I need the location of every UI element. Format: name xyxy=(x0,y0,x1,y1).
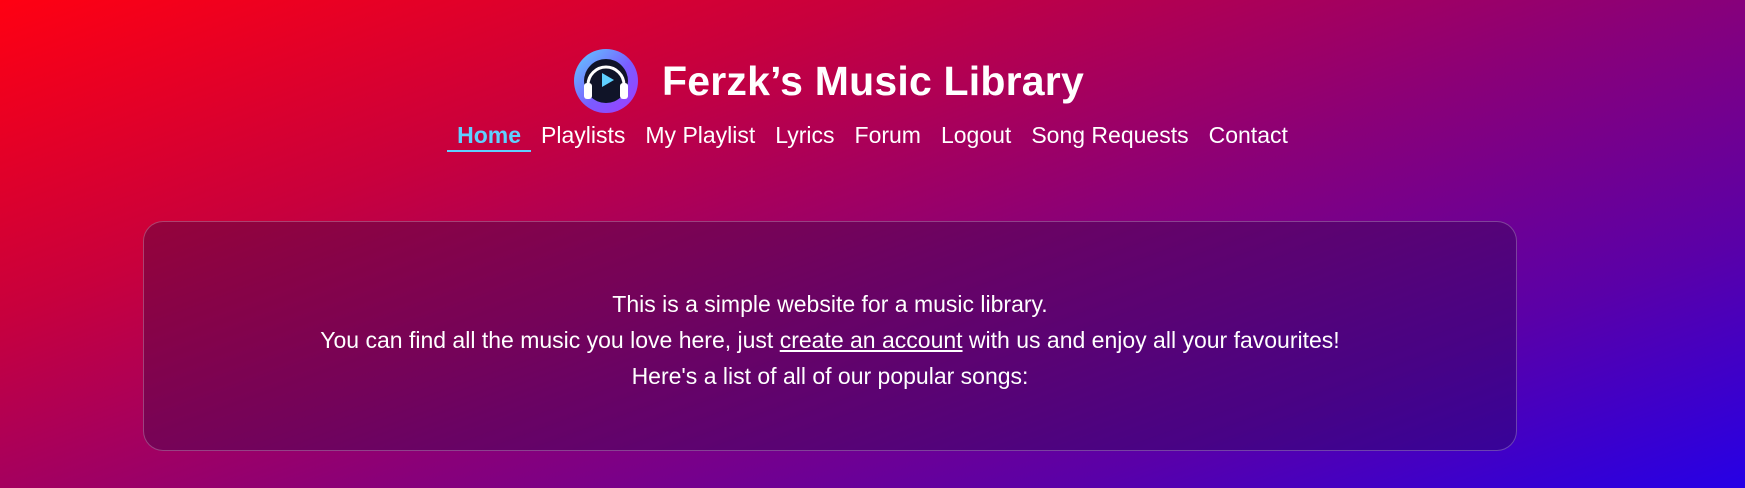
nav-item-lyrics[interactable]: Lyrics xyxy=(765,122,844,152)
intro-line-1: This is a simple website for a music lib… xyxy=(612,291,1048,317)
site-title: Ferzk’s Music Library xyxy=(662,57,1084,104)
intro-line-2-after: with us and enjoy all your favourites! xyxy=(962,327,1340,353)
nav-item-logout[interactable]: Logout xyxy=(931,122,1021,152)
site-header: Ferzk’s Music Library Home Playlists My … xyxy=(0,0,1745,170)
intro-card: This is a simple website for a music lib… xyxy=(143,221,1517,451)
main-nav: Home Playlists My Playlist Lyrics Forum … xyxy=(0,122,1745,152)
create-account-link[interactable]: create an account xyxy=(780,327,963,353)
intro-line-2-before: You can find all the music you love here… xyxy=(320,327,780,353)
nav-item-forum[interactable]: Forum xyxy=(845,122,931,152)
nav-item-playlists[interactable]: Playlists xyxy=(531,122,635,152)
nav-item-contact[interactable]: Contact xyxy=(1199,122,1298,152)
intro-line-3: Here's a list of all of our popular song… xyxy=(631,363,1029,389)
nav-item-my-playlist[interactable]: My Playlist xyxy=(635,122,765,152)
intro-text: This is a simple website for a music lib… xyxy=(144,286,1516,394)
headphones-play-icon[interactable] xyxy=(574,49,638,113)
nav-item-song-requests[interactable]: Song Requests xyxy=(1021,122,1198,152)
nav-item-home[interactable]: Home xyxy=(447,122,532,152)
brand[interactable]: Ferzk’s Music Library xyxy=(574,49,1084,113)
intro-line-2: You can find all the music you love here… xyxy=(144,322,1516,358)
